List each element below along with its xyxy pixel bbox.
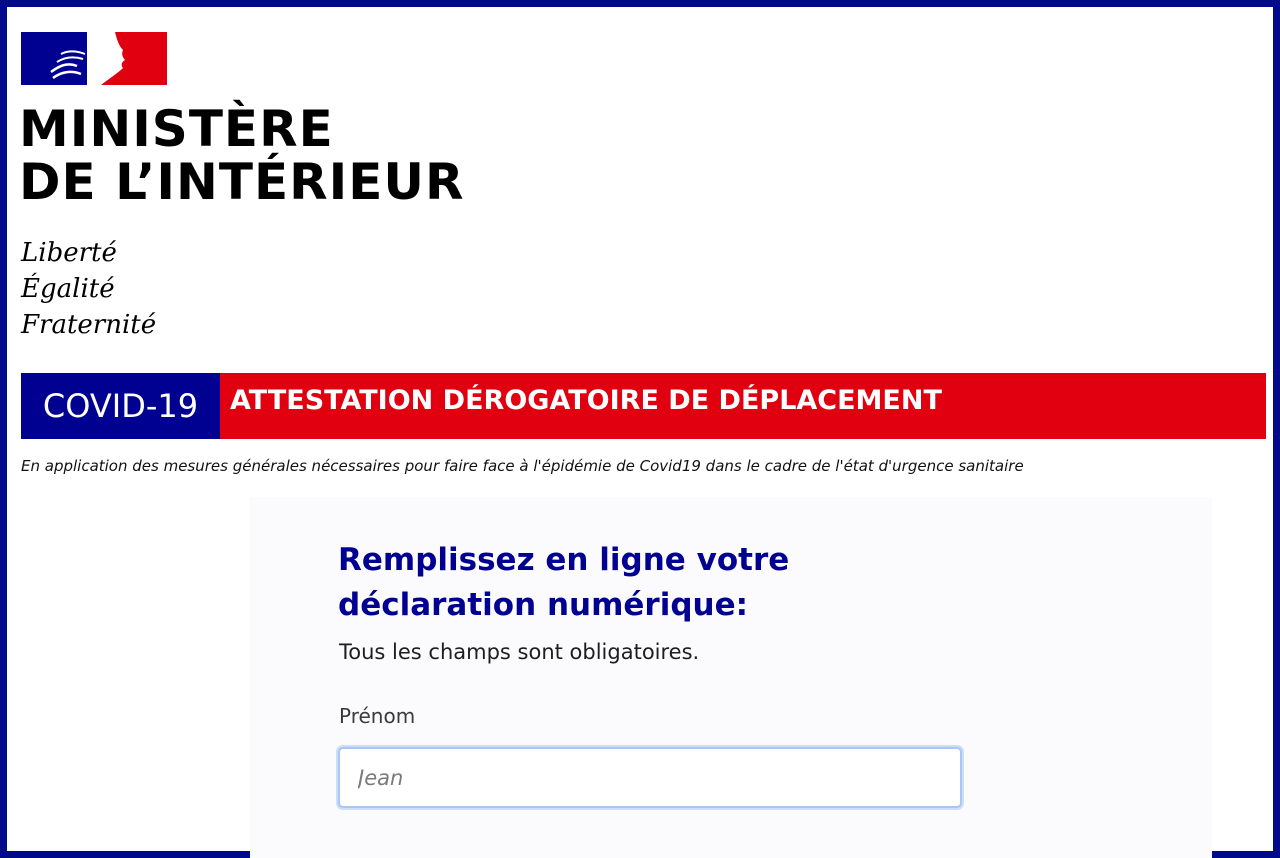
ministry-name: MINISTÈRE DE L’INTÉRIEUR <box>19 103 465 209</box>
banner-title: ATTESTATION DÉROGATOIRE DE DÉPLACEMENT <box>220 373 1266 439</box>
covid-banner: COVID-19 ATTESTATION DÉROGATOIRE DE DÉPL… <box>21 373 1266 439</box>
firstname-input[interactable] <box>338 747 962 808</box>
flag-red-stripe <box>101 32 167 85</box>
ministry-name-line1: MINISTÈRE <box>19 100 334 158</box>
legal-subtitle: En application des mesures générales néc… <box>21 457 1024 475</box>
flag-blue-stripe <box>21 32 87 85</box>
motto-liberte: Liberté <box>21 238 117 268</box>
marianne-profile-icon <box>101 32 125 85</box>
marianne-hair-icon <box>50 50 86 80</box>
marianne-flag-icon <box>21 32 167 85</box>
covid-label: COVID-19 <box>21 373 220 439</box>
form-heading-line2: déclaration numérique: <box>338 587 749 623</box>
flag-white-stripe <box>87 32 101 85</box>
ministry-name-line2: DE L’INTÉRIEUR <box>19 153 465 211</box>
republic-motto: Liberté Égalité Fraternité <box>21 235 156 343</box>
form-heading: Remplissez en ligne votre déclaration nu… <box>338 538 789 628</box>
firstname-label: Prénom <box>339 704 416 728</box>
motto-fraternite: Fraternité <box>21 310 157 340</box>
form-heading-line1: Remplissez en ligne votre <box>338 542 790 578</box>
page-frame: MINISTÈRE DE L’INTÉRIEUR Liberté Égalité… <box>0 0 1280 858</box>
required-fields-note: Tous les champs sont obligatoires. <box>339 640 700 664</box>
motto-egalite: Égalité <box>21 274 115 304</box>
